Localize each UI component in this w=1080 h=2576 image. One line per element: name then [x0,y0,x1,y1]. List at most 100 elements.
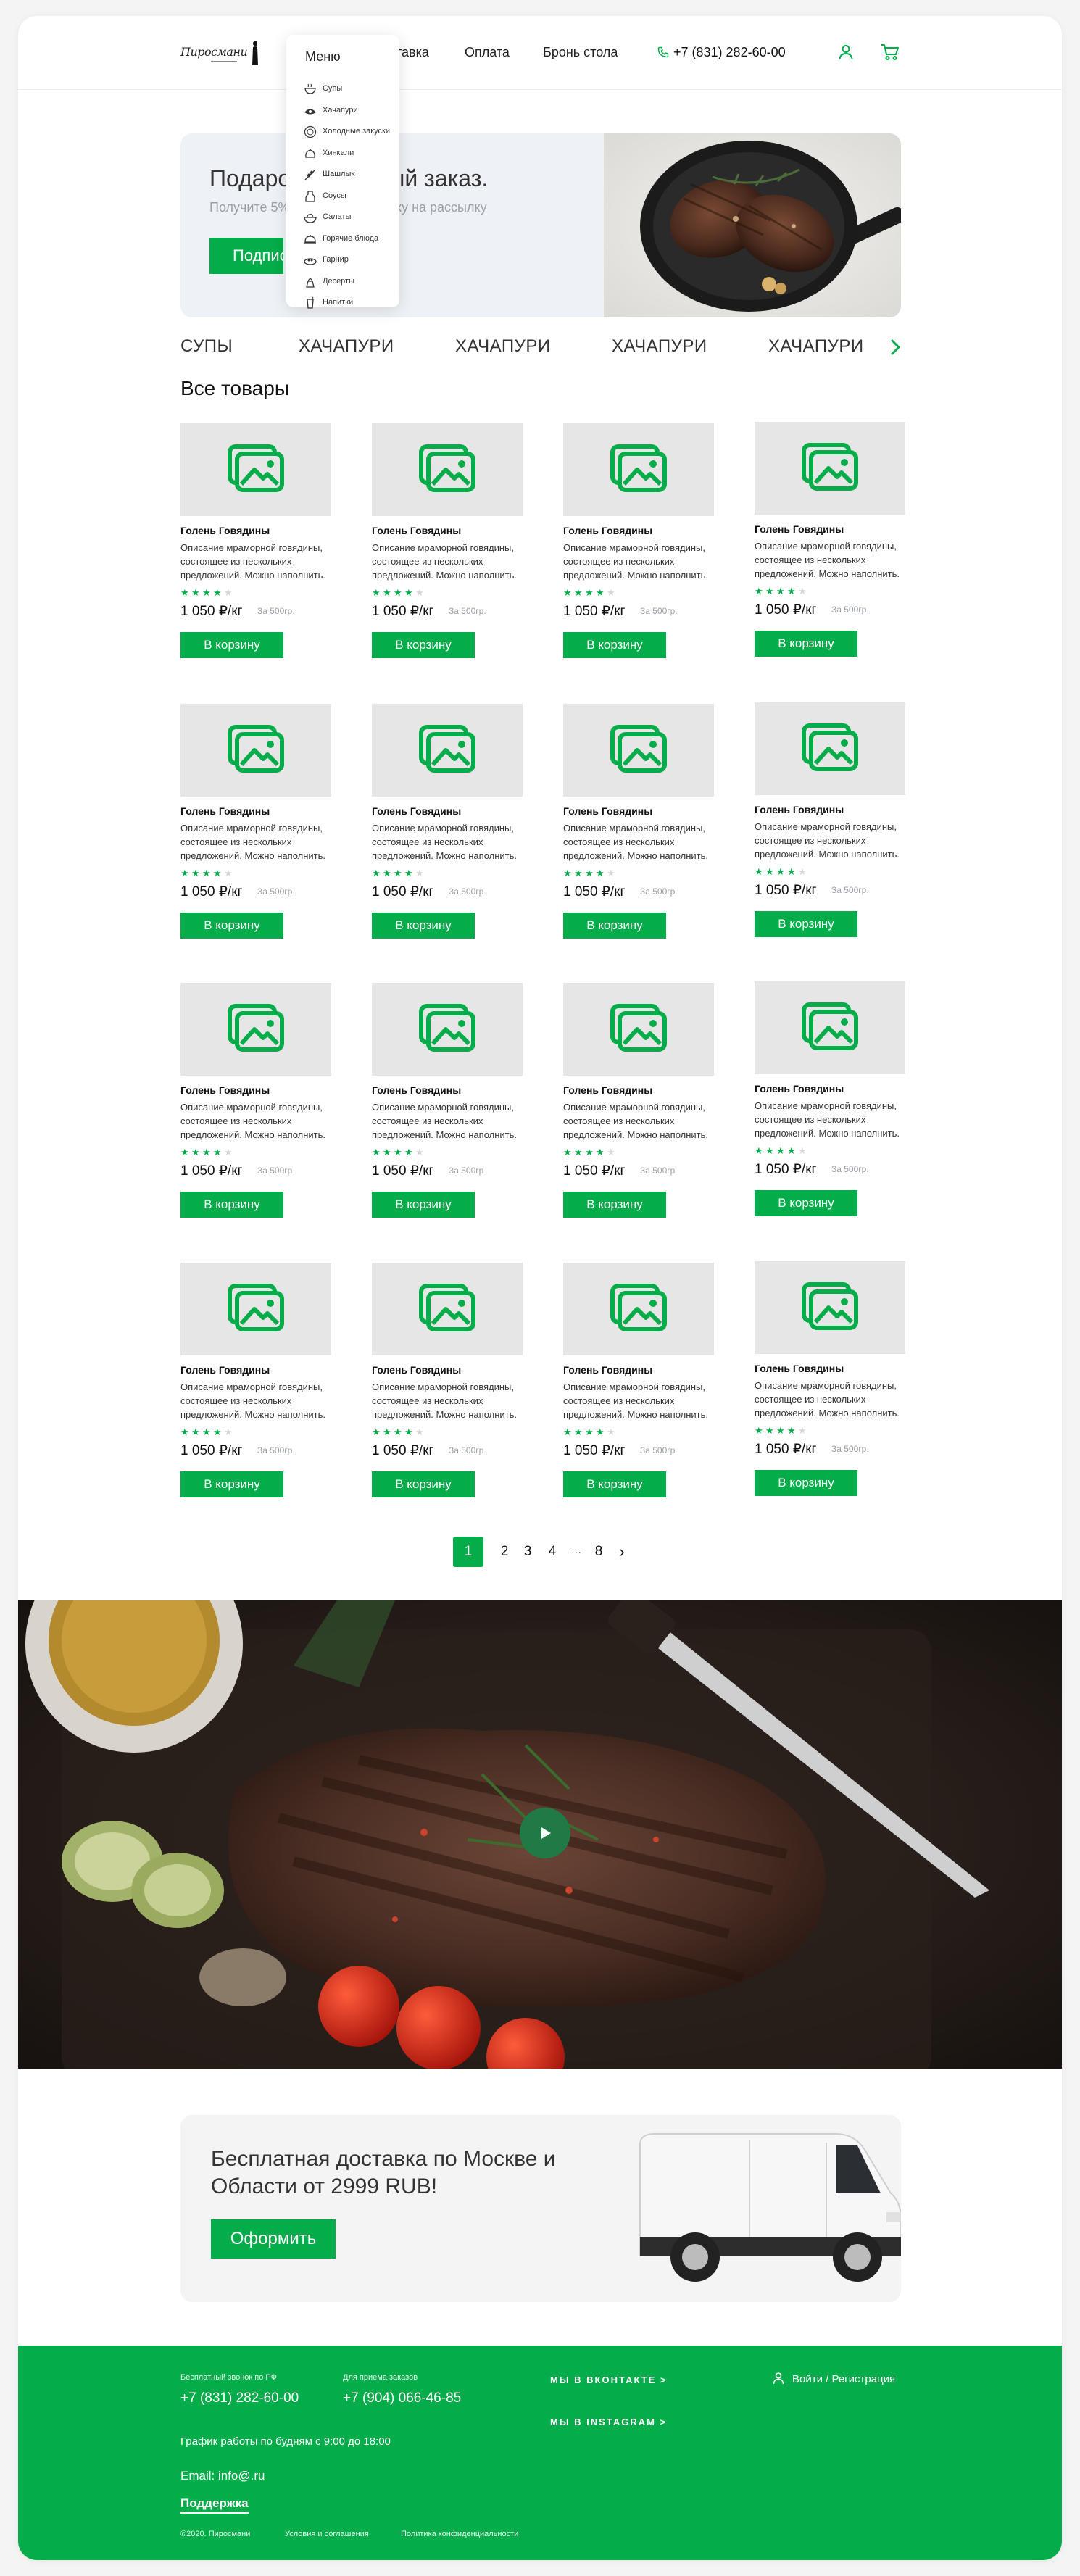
star-icon: ★ [787,866,796,877]
product-name[interactable]: Голень Говядины [755,1083,844,1094]
category-tab[interactable]: ХАЧАПУРИ [299,336,394,357]
product-name[interactable]: Голень Говядины [563,1364,652,1376]
add-to-cart-button[interactable]: В корзину [180,913,283,939]
vk-link[interactable]: МЫ В ВКОНТАКТЕ > [550,2375,668,2385]
page-last[interactable]: 8 [592,1537,605,1567]
product-name[interactable]: Голень Говядины [180,1084,270,1096]
menu-item[interactable]: Шашлык [304,167,398,183]
user-icon[interactable] [837,43,855,61]
footer-email[interactable]: Email: info@.ru [180,2469,265,2483]
product-name[interactable]: Голень Говядины [180,525,270,536]
star-icon: ★ [394,868,402,878]
menu-item-label: Салаты [323,212,352,221]
image-placeholder[interactable] [755,422,905,515]
add-to-cart-button[interactable]: В корзину [563,1192,666,1218]
menu-item[interactable]: Холодные закуски [304,124,398,140]
product-name[interactable]: Голень Говядины [372,1084,461,1096]
product-name[interactable]: Голень Говядины [755,804,844,815]
menu-item[interactable]: Хинкали [304,146,398,162]
add-to-cart-button[interactable]: В корзину [563,913,666,939]
image-placeholder[interactable] [755,1261,905,1354]
menu-item[interactable]: Салаты [304,209,398,225]
terms-link[interactable]: Условия и соглашения [285,2530,369,2538]
page-link[interactable]: 4 [546,1537,559,1567]
nav-payment[interactable]: Оплата [465,45,510,60]
add-to-cart-button[interactable]: В корзину [180,1471,283,1497]
image-placeholder[interactable] [372,983,523,1076]
add-to-cart-button[interactable]: В корзину [563,1471,666,1497]
image-placeholder[interactable] [372,1263,523,1355]
logo[interactable]: Пиросмани [180,39,260,68]
add-to-cart-button[interactable]: В корзину [372,913,475,939]
menu-item[interactable]: Напитки [304,295,398,311]
play-button[interactable] [520,1808,570,1858]
product-name[interactable]: Голень Говядины [563,1084,652,1096]
star-icon: ★ [224,868,233,878]
product-name[interactable]: Голень Говядины [563,805,652,817]
subscribe-button[interactable]: Подписаться [209,238,283,274]
add-to-cart-button[interactable]: В корзину [372,1192,475,1218]
image-placeholder[interactable] [755,981,905,1074]
product-name[interactable]: Голень Говядины [755,523,844,535]
image-placeholder[interactable] [372,423,523,516]
menu-item[interactable]: Соусы [304,188,398,204]
header-phone[interactable]: +7 (831) 282-60-00 [673,45,786,60]
support-link[interactable]: Поддержка [180,2496,249,2514]
nav-booking[interactable]: Бронь стола [543,45,618,60]
menu-item[interactable]: Десерты [304,274,398,290]
product-name[interactable]: Голень Говядины [755,1363,844,1374]
chevron-right-icon[interactable] [888,338,902,357]
menu-title[interactable]: Меню [305,49,341,65]
login-register-link[interactable]: Войти / Регистрация [792,2373,895,2385]
add-to-cart-button[interactable]: В корзину [372,1471,475,1497]
product-name[interactable]: Голень Говядины [372,1364,461,1376]
product-name[interactable]: Голень Говядины [372,525,461,536]
image-placeholder[interactable] [563,423,714,516]
add-to-cart-button[interactable]: В корзину [563,632,666,658]
image-placeholder[interactable] [180,983,331,1076]
menu-item-label: Десерты [323,276,355,286]
product-weight: За 500гр. [449,1445,486,1455]
orders-phone[interactable]: +7 (904) 066-46-85 [343,2390,461,2406]
product-name[interactable]: Голень Говядины [372,805,461,817]
add-to-cart-button[interactable]: В корзину [755,1190,857,1216]
page-next-icon[interactable]: › [615,1537,628,1567]
menu-item[interactable]: Хачапури [304,103,398,119]
category-tab[interactable]: ХАЧАПУРИ [768,336,864,357]
page-current[interactable]: 1 [453,1537,483,1567]
image-placeholder[interactable] [755,702,905,795]
add-to-cart-button[interactable]: В корзину [180,1192,283,1218]
product-rating: ★ ★ ★ ★ ★ [372,1147,430,1157]
add-to-cart-button[interactable]: В корзину [755,911,857,937]
add-to-cart-button[interactable]: В корзину [372,632,475,658]
image-placeholder[interactable] [563,1263,714,1355]
menu-item[interactable]: Горячие блюда [304,231,398,247]
image-placeholder[interactable] [180,423,331,516]
free-call-phone[interactable]: +7 (831) 282-60-00 [180,2390,299,2406]
page-link[interactable]: 3 [521,1537,534,1567]
image-placeholder[interactable] [372,704,523,797]
star-icon: ★ [180,1426,189,1437]
product-name[interactable]: Голень Говядины [180,1364,270,1376]
cart-icon[interactable] [881,43,900,61]
instagram-link[interactable]: МЫ В INSTAGRAM > [550,2417,667,2427]
add-to-cart-button[interactable]: В корзину [180,632,283,658]
product-description: Описание мраморной говядины, состоящее и… [180,1382,326,1420]
star-icon: ★ [372,868,381,878]
menu-item[interactable]: Супы [304,81,398,97]
category-tab[interactable]: СУПЫ [180,336,233,357]
category-tab[interactable]: ХАЧАПУРИ [612,336,707,357]
add-to-cart-button[interactable]: В корзину [755,1470,857,1496]
image-placeholder[interactable] [180,1263,331,1355]
image-placeholder[interactable] [180,704,331,797]
image-placeholder[interactable] [563,704,714,797]
order-button[interactable]: Оформить [211,2219,336,2259]
category-tab[interactable]: ХАЧАПУРИ [455,336,551,357]
product-name[interactable]: Голень Говядины [563,525,652,536]
add-to-cart-button[interactable]: В корзину [755,631,857,657]
page-link[interactable]: 2 [498,1537,511,1567]
menu-item[interactable]: Гарнир [304,252,398,268]
privacy-link[interactable]: Политика конфиденциальности [401,2530,518,2538]
image-placeholder[interactable] [563,983,714,1076]
product-name[interactable]: Голень Говядины [180,805,270,817]
